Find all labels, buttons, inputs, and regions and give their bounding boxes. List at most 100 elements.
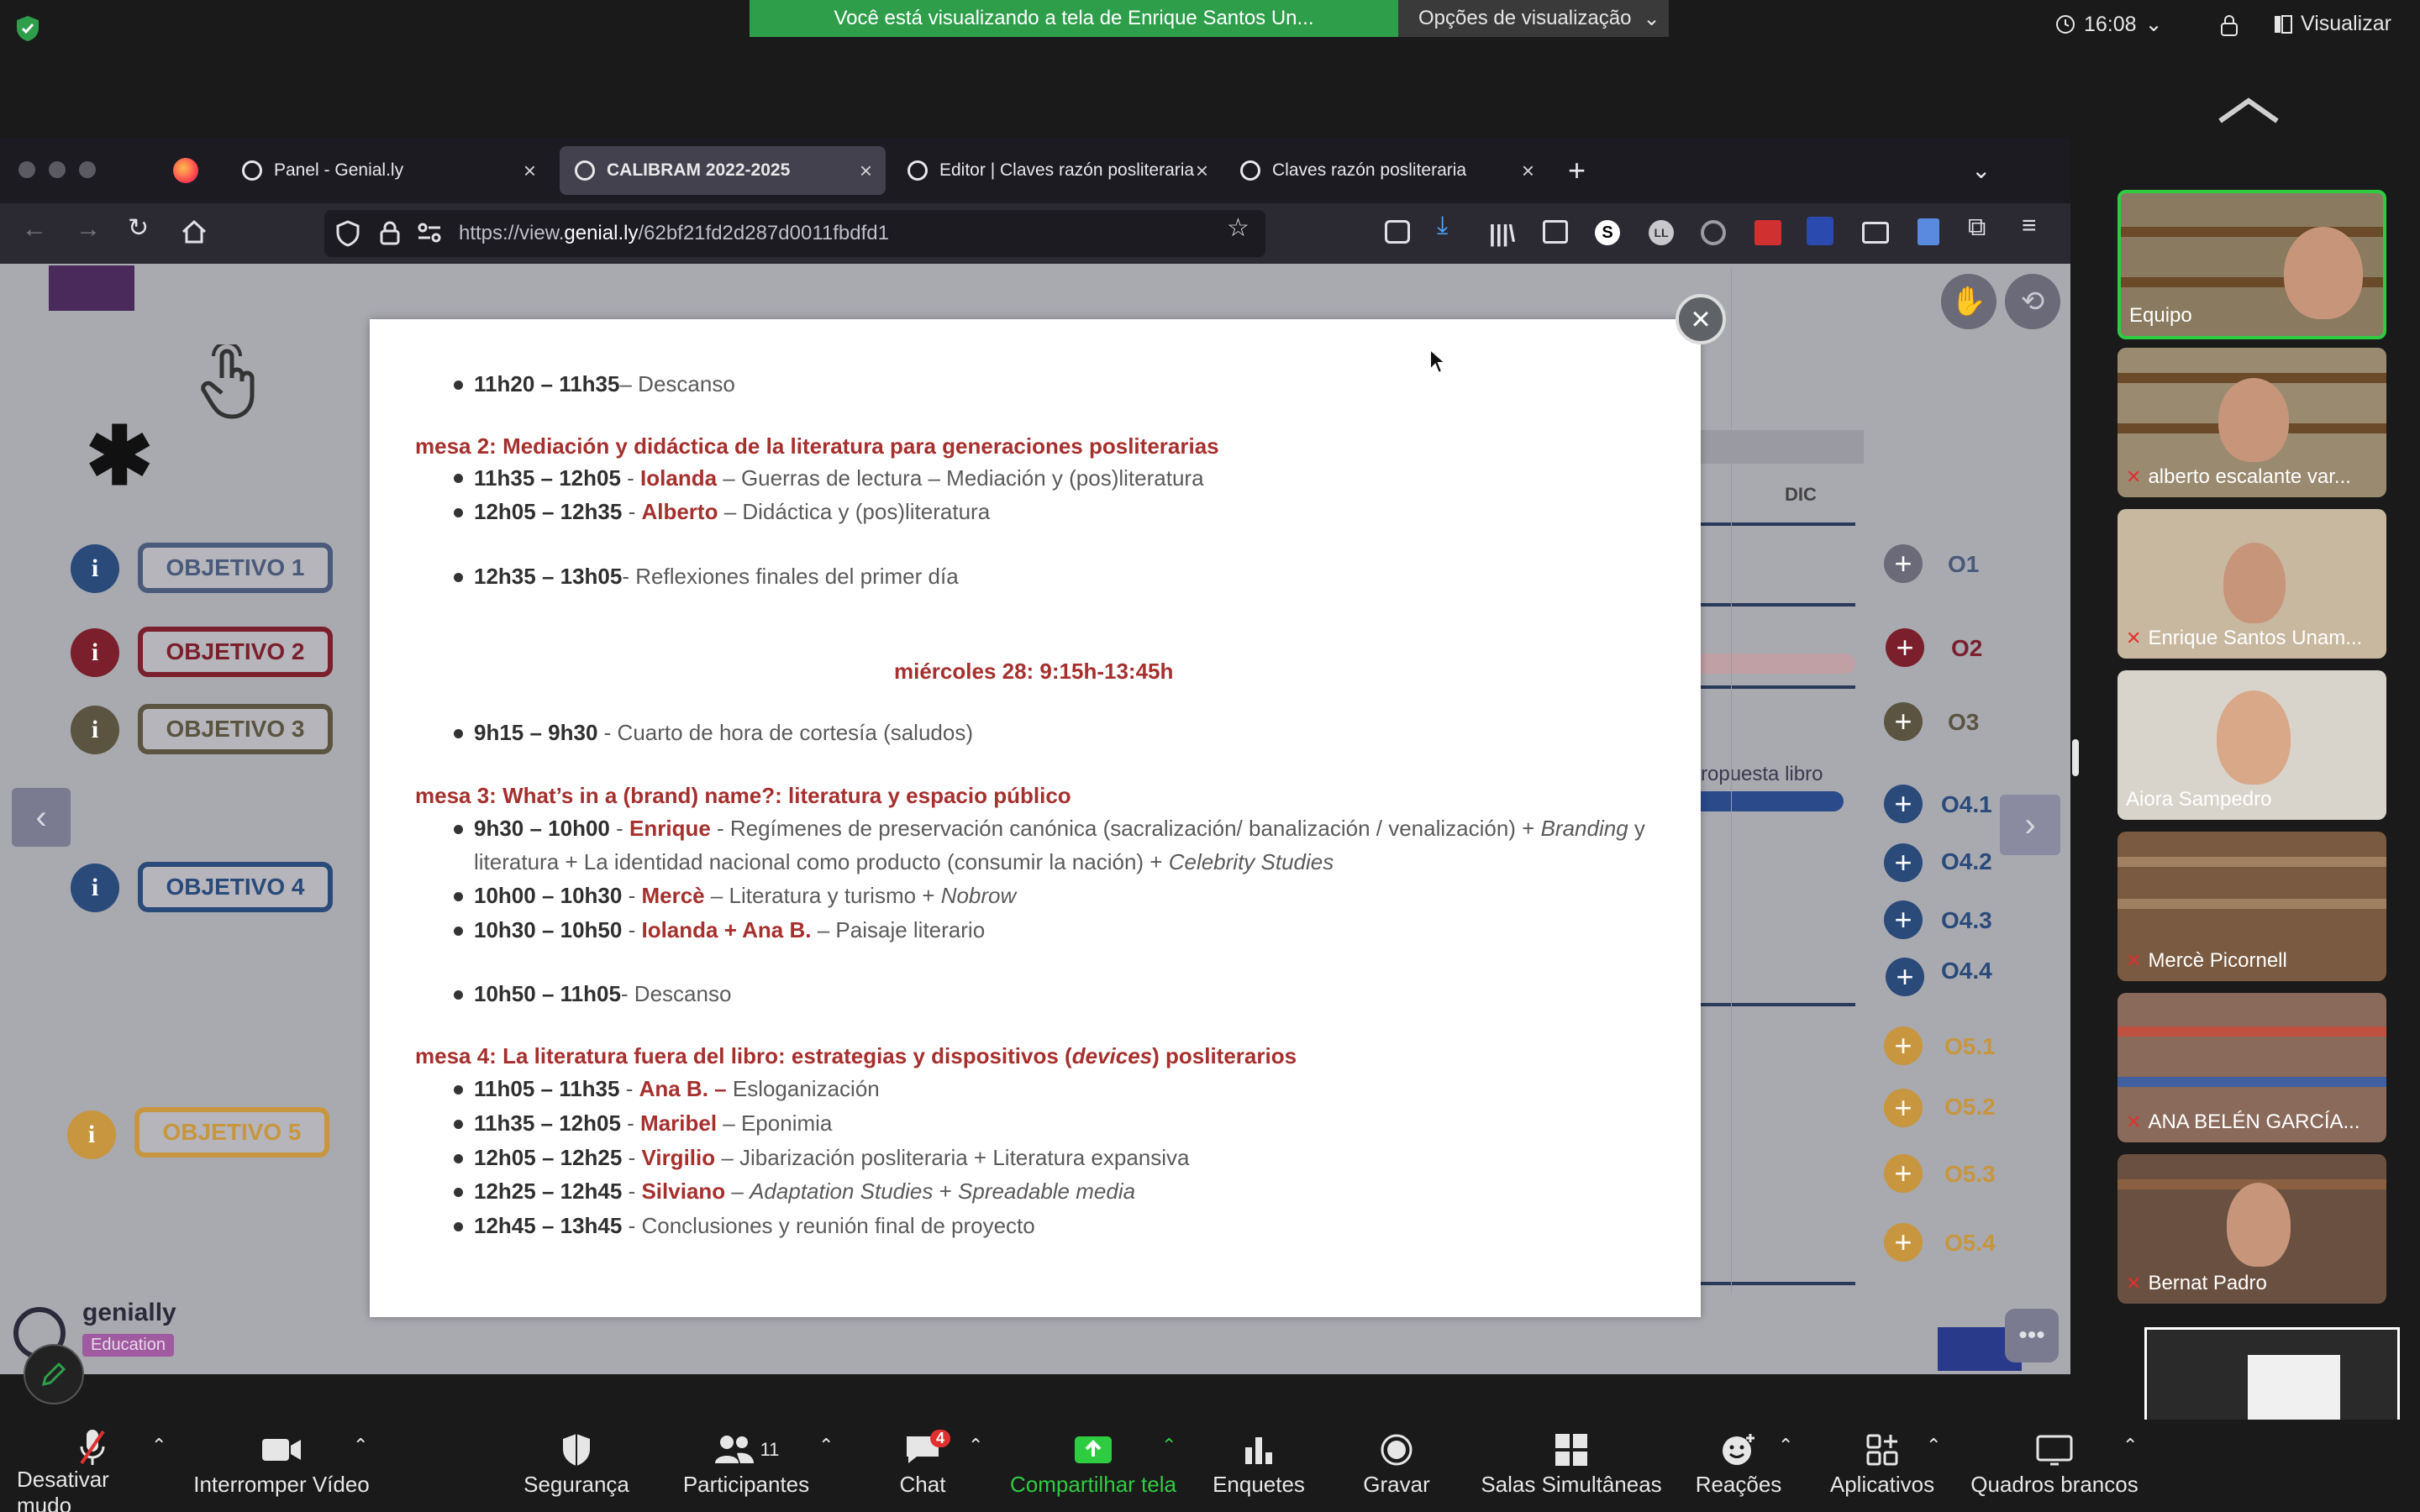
info-icon[interactable]: i — [71, 864, 119, 912]
participant-tile[interactable]: ✕ Mercè Picornell — [2118, 832, 2386, 981]
participant-tile[interactable]: ✕ ANA BELÉN GARCÍA... — [2118, 993, 2386, 1142]
window-close-dot[interactable] — [18, 161, 35, 178]
reactions-button[interactable]: Reações — [1694, 1428, 1783, 1509]
info-icon[interactable]: i — [67, 1110, 116, 1159]
plus-icon[interactable]: + — [1884, 1154, 1923, 1193]
plus-icon[interactable]: + — [1886, 958, 1924, 996]
record-button[interactable]: Gravar — [1355, 1428, 1439, 1509]
close-tab-icon[interactable]: × — [860, 158, 872, 184]
plus-icon[interactable]: + — [1884, 900, 1923, 939]
plus-icon[interactable]: + — [1884, 785, 1923, 823]
apps-button[interactable]: Aplicativos — [1823, 1428, 1941, 1509]
new-tab-icon[interactable]: + — [1568, 153, 1586, 188]
tab-panel-genially[interactable]: Panel - Genial.ly × — [227, 146, 550, 195]
info-icon[interactable]: i — [71, 706, 119, 754]
participant-tile[interactable]: Aiora Sampedro — [2118, 670, 2386, 820]
plus-icon[interactable]: + — [1884, 1223, 1923, 1262]
chevron-up-icon[interactable]: ⌃ — [2123, 1435, 2138, 1457]
info-icon[interactable]: i — [71, 628, 119, 677]
hand-tool-icon[interactable]: ✋ — [1941, 274, 1996, 329]
plus-icon[interactable]: + — [1884, 1089, 1923, 1127]
tab-editor[interactable]: Editor | Claves razón posliteraria × — [892, 146, 1212, 195]
chevron-up-icon[interactable]: ⌃ — [968, 1435, 983, 1457]
panel-resize-handle[interactable] — [2072, 739, 2079, 776]
reload-icon[interactable]: ↻ — [128, 213, 149, 243]
stop-video-button[interactable]: Interromper Vídeo — [193, 1428, 370, 1509]
tracking-shield-icon[interactable] — [336, 220, 360, 251]
plus-icon[interactable]: + — [1884, 544, 1923, 583]
bullet — [454, 1154, 463, 1163]
bookmark-star-icon[interactable]: ☆ — [1227, 213, 1249, 243]
view-options-button[interactable]: Opções de visualização ⌄ — [1398, 0, 1669, 37]
tab-list-chevron-icon[interactable]: ⌄ — [1971, 156, 1991, 184]
chevron-up-icon[interactable]: ⌃ — [151, 1435, 166, 1457]
view-mode-button[interactable]: Visualizar — [2274, 12, 2391, 36]
participants-button[interactable]: 11 Participantes — [679, 1428, 813, 1509]
modal-close-button[interactable]: × — [1676, 294, 1726, 344]
objective-2-button[interactable]: OBJETIVO 2 — [138, 627, 333, 677]
close-tab-icon[interactable]: × — [1196, 158, 1208, 184]
menu-hamburger-icon[interactable]: ≡ — [2022, 212, 2037, 240]
window-minimize-dot[interactable] — [49, 161, 66, 178]
share-screen-button[interactable]: Compartilhar tela — [1005, 1428, 1181, 1509]
security-shield-icon[interactable] — [15, 15, 40, 42]
objective-3-button[interactable]: OBJETIVO 3 — [138, 704, 333, 754]
participant-tile[interactable]: ✕ Bernat Padro — [2118, 1154, 2386, 1304]
close-tab-icon[interactable]: × — [523, 158, 536, 184]
chevron-up-icon[interactable]: ⌃ — [818, 1435, 834, 1457]
mute-button[interactable]: Desativar mudo — [17, 1428, 168, 1512]
pocket-icon[interactable] — [1385, 220, 1410, 244]
objective-1-button[interactable]: OBJETIVO 1 — [138, 543, 333, 593]
info-icon[interactable]: i — [71, 544, 119, 593]
prev-slide-button[interactable]: ‹ — [12, 788, 71, 847]
bullet — [454, 990, 463, 1000]
record-icon — [1381, 1434, 1413, 1466]
participant-tile[interactable]: ✕ alberto escalante var... — [2118, 348, 2386, 497]
close-tab-icon[interactable]: × — [1522, 158, 1534, 184]
whiteboards-button[interactable]: Quadros brancos — [1966, 1428, 2143, 1509]
extension-blue-icon[interactable] — [1807, 217, 1833, 245]
participant-tile[interactable]: ✕ Enrique Santos Unam... — [2118, 509, 2386, 659]
window-maximize-dot[interactable] — [79, 161, 96, 178]
plus-icon[interactable]: + — [1884, 1026, 1923, 1065]
chevron-up-icon[interactable]: ⌃ — [353, 1435, 368, 1457]
participant-tile[interactable]: Equipo — [2118, 190, 2386, 339]
extensions-puzzle-icon[interactable]: ⧉ — [1968, 213, 1986, 242]
lock-icon[interactable] — [380, 220, 400, 249]
extension-g-icon[interactable] — [1701, 220, 1726, 245]
permissions-icon[interactable] — [417, 222, 442, 248]
plus-icon[interactable]: + — [1886, 628, 1924, 667]
url-bar[interactable]: https://view. genial.ly/62bf21fd2d287d001… — [324, 210, 1265, 257]
plus-icon[interactable]: + — [1884, 843, 1923, 882]
extension-ll-icon[interactable]: LL — [1649, 220, 1674, 245]
home-icon[interactable] — [180, 218, 208, 249]
next-slide-button[interactable]: › — [2000, 795, 2060, 855]
polls-button[interactable]: Enquetes — [1207, 1428, 1311, 1509]
objective-5-button[interactable]: OBJETIVO 5 — [134, 1107, 329, 1158]
extension-red-icon[interactable] — [1754, 220, 1781, 245]
chevron-up-icon[interactable]: ⌃ — [1161, 1435, 1176, 1457]
more-options-icon[interactable]: ••• — [2005, 1309, 2059, 1362]
rotate-icon[interactable]: ⟲ — [2005, 274, 2060, 329]
collapse-panel-icon[interactable] — [2215, 94, 2282, 128]
tab-calibram[interactable]: CALIBRAM 2022-2025 × — [560, 146, 886, 195]
meeting-clock[interactable]: 16:08 ⌄ — [2055, 12, 2163, 37]
annotate-pencil-button[interactable] — [24, 1344, 84, 1404]
tab-claves[interactable]: Claves razón posliteraria × — [1225, 146, 1548, 195]
extension-reader-icon[interactable] — [1862, 222, 1889, 244]
objective-4-button[interactable]: OBJETIVO 4 — [138, 862, 333, 912]
chevron-up-icon[interactable]: ⌃ — [1926, 1435, 1941, 1457]
chat-button[interactable]: 4 Chat — [889, 1428, 956, 1509]
extension-doc-icon[interactable] — [1918, 218, 1939, 245]
chevron-up-icon[interactable]: ⌃ — [1778, 1435, 1793, 1457]
back-icon[interactable]: ← — [22, 215, 47, 244]
extension-s-icon[interactable]: S — [1595, 220, 1620, 245]
plus-icon[interactable]: + — [1884, 702, 1923, 741]
download-icon[interactable]: ⤓ — [1437, 212, 1448, 240]
library-icon[interactable]: |||\ — [1489, 220, 1515, 247]
security-button[interactable]: Segurança — [518, 1428, 635, 1509]
breakout-rooms-button[interactable]: Salas Simultâneas — [1481, 1428, 1662, 1509]
recording-indicator-icon[interactable] — [2218, 13, 2240, 39]
sidebar-icon[interactable] — [1543, 220, 1568, 244]
forward-icon[interactable]: → — [76, 215, 101, 244]
